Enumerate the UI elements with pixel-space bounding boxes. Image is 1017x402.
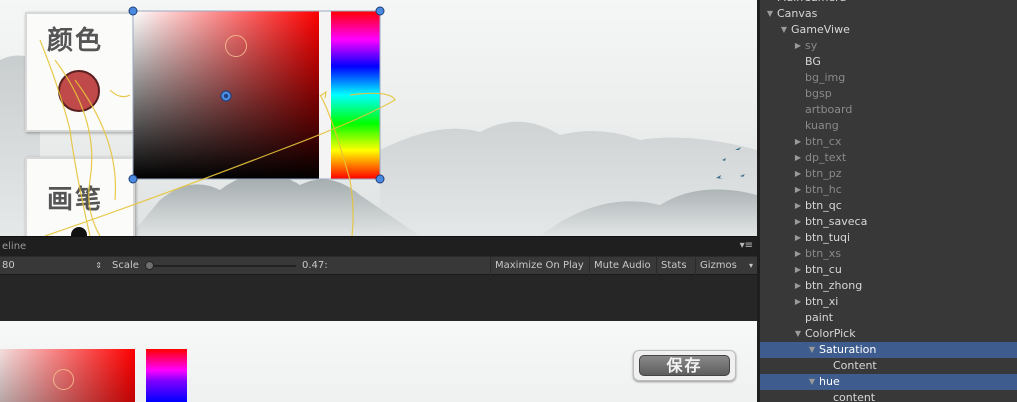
mute-audio-button[interactable]: Mute Audio — [589, 257, 655, 275]
game-view-letterbox — [0, 275, 757, 321]
hierarchy-item[interactable]: ▶ btn_cu — [760, 262, 1017, 278]
hierarchy-item-label: bg_img — [805, 71, 846, 84]
game-toolbar: 80 ⇕ Scale 0.47: Maximize On Play Mute A… — [0, 256, 757, 275]
scale-slider[interactable] — [145, 261, 296, 270]
expand-arrow-closed-icon[interactable]: ▶ — [793, 294, 803, 310]
hierarchy-item-label: btn_cu — [805, 263, 842, 276]
hierarchy-item[interactable]: ▶ dp_text — [760, 150, 1017, 166]
gizmos-label: Gizmos — [700, 260, 737, 271]
hierarchy-item[interactable]: content — [760, 390, 1017, 402]
expand-arrow-closed-icon[interactable]: ▶ — [793, 150, 803, 166]
hierarchy-item-label: kuang — [805, 119, 839, 132]
hierarchy-panel: MainCamera▼Canvas▼GameViwe▶syBGbg_imgbgs… — [760, 0, 1017, 402]
hierarchy-item-label: artboard — [805, 103, 853, 116]
scale-label: Scale — [112, 260, 139, 271]
hierarchy-item[interactable]: ▶ btn_zhong — [760, 278, 1017, 294]
hierarchy-item[interactable]: ▶ btn_hc — [760, 182, 1017, 198]
hierarchy-item-label: btn_xi — [805, 295, 839, 308]
scale-slider-thumb[interactable] — [145, 261, 154, 270]
hierarchy-item-label: Saturation — [819, 343, 877, 356]
hierarchy-item[interactable]: ▶ btn_xs — [760, 246, 1017, 262]
game-tab-label[interactable]: eline — [2, 241, 26, 252]
game-view[interactable]: 保存 — [0, 321, 757, 402]
hierarchy-item[interactable]: ▶ btn_tuqi — [760, 230, 1017, 246]
hierarchy-item[interactable]: BG — [760, 54, 1017, 70]
hierarchy-item-label: btn_qc — [805, 199, 842, 212]
hierarchy-item[interactable]: ▶ sy — [760, 38, 1017, 54]
hierarchy-item-label: paint — [805, 311, 834, 324]
expand-arrow-closed-icon[interactable]: ▶ — [793, 166, 803, 182]
expand-arrow-open-icon[interactable]: ▼ — [779, 22, 789, 38]
game-saturation-picker[interactable] — [0, 349, 135, 402]
hierarchy-item-label: content — [833, 391, 876, 402]
hierarchy-item[interactable]: bg_img — [760, 70, 1017, 86]
expand-arrow-closed-icon[interactable]: ▶ — [793, 198, 803, 214]
hierarchy-item[interactable]: kuang — [760, 118, 1017, 134]
save-button-label: 保存 — [666, 356, 703, 375]
hierarchy-item[interactable]: ▼ ColorPick — [760, 326, 1017, 342]
gizmos-arrow-icon: ▾ — [748, 261, 753, 270]
expand-arrow-open-icon[interactable]: ▼ — [765, 6, 775, 22]
hierarchy-item[interactable]: artboard — [760, 102, 1017, 118]
hierarchy-item-label: sy — [805, 39, 818, 52]
hierarchy-item-label: btn_saveca — [805, 215, 868, 228]
hierarchy-item-label: btn_xs — [805, 247, 842, 260]
tab-menu-icon[interactable]: ▾≡ — [740, 240, 753, 251]
dropdown-arrows-icon: ⇕ — [95, 261, 102, 270]
expand-arrow-closed-icon[interactable]: ▶ — [793, 38, 803, 54]
game-tab-row: eline ▾≡ — [0, 236, 757, 256]
expand-arrow-open-icon[interactable]: ▼ — [807, 342, 817, 358]
hierarchy-item[interactable]: ▼ GameViwe — [760, 22, 1017, 38]
hierarchy-item[interactable]: ▼ Canvas — [760, 6, 1017, 22]
game-hue-bar[interactable] — [146, 349, 187, 402]
expand-arrow-open-icon[interactable]: ▼ — [793, 326, 803, 342]
stats-button[interactable]: Stats — [656, 257, 691, 275]
save-button-face: 保存 — [639, 355, 730, 376]
hierarchy-item[interactable]: paint — [760, 310, 1017, 326]
hierarchy-item-label: hue — [819, 375, 840, 388]
expand-arrow-open-icon[interactable]: ▼ — [807, 374, 817, 390]
game-saturation-handle[interactable] — [53, 369, 74, 390]
hierarchy-item-label: btn_zhong — [805, 279, 863, 292]
hierarchy-item-label: bgsp — [805, 87, 832, 100]
expand-arrow-closed-icon[interactable]: ▶ — [793, 262, 803, 278]
resolution-value: 80 — [2, 260, 15, 271]
hierarchy-item-label: ColorPick — [805, 327, 856, 340]
hierarchy-item[interactable]: ▶ btn_pz — [760, 166, 1017, 182]
hierarchy-item-label: btn_pz — [805, 167, 842, 180]
hierarchy-item-label: btn_hc — [805, 183, 842, 196]
hierarchy-item-label: Canvas — [777, 7, 818, 20]
hierarchy-item-label: GameViwe — [791, 23, 850, 36]
maximize-on-play-button[interactable]: Maximize On Play — [490, 257, 588, 275]
hierarchy-item[interactable]: ▶ btn_cx — [760, 134, 1017, 150]
expand-arrow-closed-icon[interactable]: ▶ — [793, 134, 803, 150]
hierarchy-item[interactable]: ▼ hue — [760, 374, 1017, 390]
hierarchy-item[interactable]: ▶ btn_saveca — [760, 214, 1017, 230]
hierarchy-item[interactable]: Content — [760, 358, 1017, 374]
scene-view[interactable]: 颜色 画笔 — [0, 0, 757, 236]
expand-arrow-closed-icon[interactable]: ▶ — [793, 214, 803, 230]
expand-arrow-closed-icon[interactable]: ▶ — [793, 230, 803, 246]
hierarchy-item-label: dp_text — [805, 151, 847, 164]
hierarchy-item-label: BG — [805, 55, 821, 68]
scale-value: 0.47: — [302, 260, 328, 271]
gizmos-dropdown[interactable]: Gizmos ▾ — [695, 257, 757, 275]
hierarchy-item-label: Content — [833, 359, 877, 372]
yellow-curves — [39, 39, 396, 236]
resolution-dropdown[interactable]: 80 ⇕ — [0, 257, 105, 275]
expand-arrow-closed-icon[interactable]: ▶ — [793, 246, 803, 262]
hierarchy-item[interactable]: ▶ btn_xi — [760, 294, 1017, 310]
hierarchy-item[interactable]: bgsp — [760, 86, 1017, 102]
expand-arrow-closed-icon[interactable]: ▶ — [793, 182, 803, 198]
expand-arrow-closed-icon[interactable]: ▶ — [793, 278, 803, 294]
hierarchy-item-label: btn_cx — [805, 135, 842, 148]
hierarchy-item[interactable]: ▶ btn_qc — [760, 198, 1017, 214]
hierarchy-item[interactable]: ▼ Saturation — [760, 342, 1017, 358]
hierarchy-item-label: btn_tuqi — [805, 231, 851, 244]
save-button[interactable]: 保存 — [633, 350, 736, 381]
